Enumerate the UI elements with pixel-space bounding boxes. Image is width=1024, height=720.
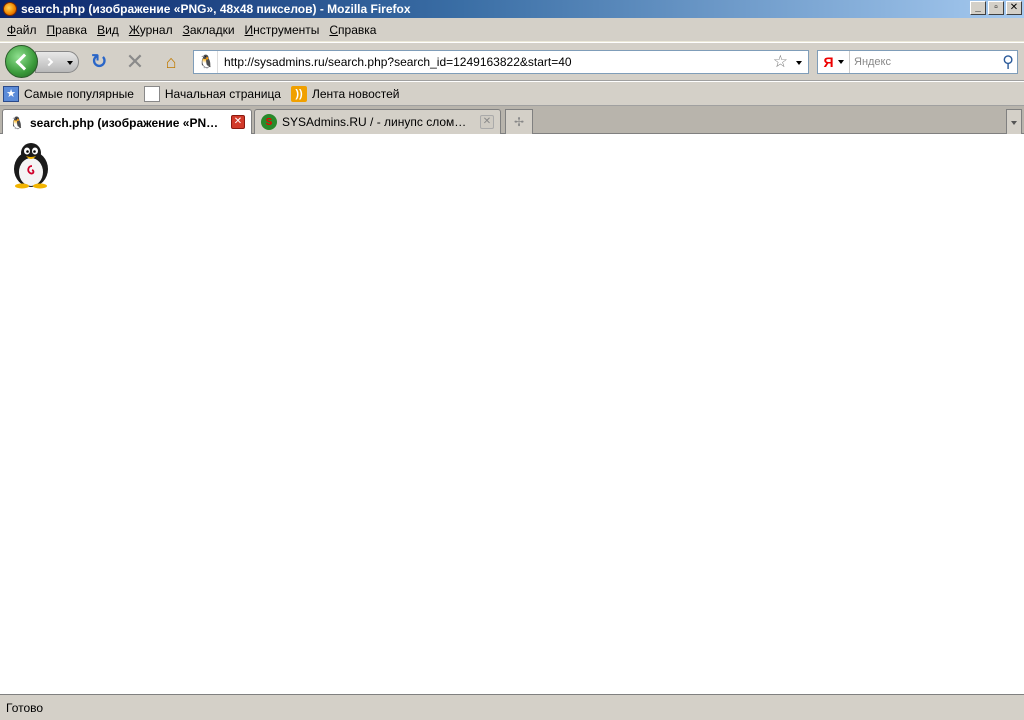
window-titlebar: search.php (изображение «PNG», 48x48 пик… (0, 0, 1024, 18)
new-tab-button[interactable]: ✢ (505, 109, 533, 134)
menu-edit[interactable]: Правка (42, 23, 93, 37)
search-engine-selector[interactable]: Я (818, 51, 850, 73)
penguin-icon: 🐧 (9, 115, 25, 130)
menu-tools[interactable]: Инструменты (240, 23, 325, 37)
url-text[interactable]: http://sysadmins.ru/search.php?search_id… (224, 55, 572, 69)
tab-label: SYSAdmins.RU / - линупс сломал фору... (282, 115, 472, 129)
bookmark-label: Лента новостей (311, 86, 400, 101)
search-bar: Я ⚲ (817, 50, 1018, 74)
site-favicon-icon: 🐧 (196, 51, 218, 73)
tab-close-icon[interactable]: ✕ (480, 115, 494, 129)
page-icon (143, 85, 160, 102)
menu-view[interactable]: Вид (92, 23, 124, 37)
window-title: search.php (изображение «PNG», 48x48 пик… (21, 2, 411, 16)
sysadmins-icon: S (261, 114, 277, 130)
yandex-icon: Я (823, 54, 834, 70)
menu-bar: Файл Правка Вид Журнал Закладки Инструме… (0, 18, 1024, 42)
page-content (0, 134, 1024, 694)
bookmark-news-feed[interactable]: )) Лента новостей (290, 85, 400, 102)
bookmark-label: Самые популярные (24, 86, 134, 101)
menu-bookmarks[interactable]: Закладки (178, 23, 240, 37)
minimize-button[interactable]: _ (970, 1, 986, 15)
status-text: Готово (6, 700, 44, 715)
search-input[interactable] (854, 56, 994, 68)
reload-icon[interactable]: ↻ (88, 52, 110, 74)
history-dropdown-icon[interactable] (67, 61, 73, 65)
home-icon[interactable]: ⌂ (160, 52, 182, 74)
window-controls: _ ▫ ✕ (970, 1, 1022, 15)
tab-strip: 🐧 search.php (изображение «PNG... ✕ S SY… (0, 106, 1024, 135)
tab-sysadmins[interactable]: S SYSAdmins.RU / - линупс сломал фору...… (254, 109, 501, 134)
menu-history[interactable]: Журнал (124, 23, 178, 37)
firefox-icon (3, 2, 17, 16)
debian-penguin-image (14, 143, 48, 189)
bookmarks-toolbar: ★ Самые популярные Начальная страница ))… (0, 81, 1024, 106)
tab-label: search.php (изображение «PNG... (30, 115, 220, 130)
bookmark-home-page[interactable]: Начальная страница (143, 85, 281, 102)
search-icon[interactable]: ⚲ (1002, 52, 1014, 72)
chevron-down-icon (837, 60, 844, 64)
forward-button[interactable] (35, 51, 79, 73)
url-dropdown-icon[interactable] (796, 61, 802, 65)
bookmark-star-icon[interactable]: ☆ (773, 52, 788, 72)
tab-list-button[interactable] (1006, 109, 1022, 134)
menu-file[interactable]: Файл (2, 23, 42, 37)
back-button[interactable] (5, 45, 38, 78)
tab-close-icon[interactable]: ✕ (231, 115, 245, 129)
popular-icon: ★ (3, 85, 19, 102)
stop-icon[interactable]: ✕ (124, 51, 146, 74)
rss-icon: )) (290, 85, 307, 102)
menu-help[interactable]: Справка (324, 23, 381, 37)
navigation-toolbar: ↻ ✕ ⌂ 🐧 http://sysadmins.ru/search.php?s… (0, 42, 1024, 81)
status-bar: Готово (0, 694, 1024, 720)
tab-image[interactable]: 🐧 search.php (изображение «PNG... ✕ (2, 109, 252, 135)
close-button[interactable]: ✕ (1006, 1, 1022, 15)
forward-arrow-icon (44, 57, 54, 67)
bookmark-label: Начальная страница (164, 86, 281, 101)
bookmark-most-visited[interactable]: ★ Самые популярные (3, 85, 134, 102)
address-bar[interactable]: 🐧 http://sysadmins.ru/search.php?search_… (193, 50, 809, 74)
maximize-button[interactable]: ▫ (988, 1, 1004, 15)
